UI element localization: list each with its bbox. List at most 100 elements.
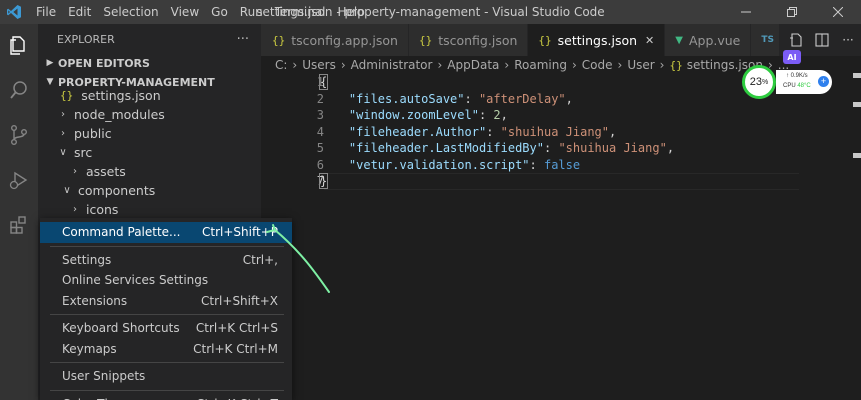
menu-selection[interactable]: Selection [97,0,164,24]
typescript-icon: TS [761,35,774,45]
restore-button[interactable] [769,0,815,24]
tree-item-label: assets [86,164,126,179]
menu-item-label: User Snippets [62,369,146,384]
breadcrumb-item[interactable]: C: [275,58,287,72]
gauge-value: 23 [749,76,762,88]
json-value: "shuihua Jiang" [558,141,667,155]
breadcrumb-separator-icon: › [617,58,623,72]
code-editor[interactable]: 1{2 "files.autoSave": "afterDelay", 3 "wi… [261,74,861,400]
menu-item-keymaps[interactable]: Keymaps Ctrl+K Ctrl+M [40,339,292,360]
breadcrumb-item[interactable]: User [627,58,654,72]
chevron-right-icon: › [61,109,65,120]
memory-gauge: 23% [742,65,776,99]
tree-item-label: components [78,183,156,198]
close-tab-icon[interactable]: ✕ [645,34,654,47]
menu-go[interactable]: Go [205,0,234,24]
code-content: "fileheader.LastModifiedBy": "shuihua Ji… [320,140,674,157]
system-stats: ↑ 0.9K/s CPU 48°C + [776,70,832,94]
json-value: "afterDelay" [478,91,566,106]
network-speed: ↑ 0.9K/s [786,73,808,79]
file-tree: {} settings.json › node_modules › public ∨ src ›… [38,86,261,219]
tree-item-label: src [74,145,93,160]
menu-edit[interactable]: Edit [62,0,97,24]
breadcrumb-separator-icon: › [340,58,346,72]
tree-item-node-modules[interactable]: › node_modules [38,105,261,124]
json-file-icon: {} [418,33,433,47]
system-monitor-widget[interactable]: ↑ 0.9K/s CPU 48°C + 23% [740,65,832,99]
more-actions-icon[interactable]: ··· [237,32,249,47]
tree-item-public[interactable]: › public [38,124,261,143]
code-line: 4 "fileheader.Author": "shuihua Jiang", [261,124,861,141]
split-editor-icon [815,33,829,47]
tree-item-label: node_modules [74,107,165,122]
menu-item-shortcut: Ctrl+K Ctrl+M [193,341,278,356]
code-line: 7} [261,173,861,190]
line-number: 1 [316,75,324,89]
menu-item-extensions[interactable]: Extensions Ctrl+Shift+X [40,291,292,312]
chevron-right-icon: › [73,166,77,177]
code-content: "vetur.validation.script": false [320,157,580,174]
line-number: 5 [316,141,324,155]
tree-item-settings-json[interactable]: {} settings.json [38,86,261,105]
menu-item-online-services-settings[interactable]: Online Services Settings [40,270,292,291]
json-key: "window.zoomLevel" [348,108,479,122]
menu-run[interactable]: Run [234,0,269,24]
scrollbar-marker [853,153,861,158]
source-control-icon[interactable] [0,116,38,154]
add-icon[interactable]: + [818,76,829,87]
restore-icon [787,7,797,17]
chevron-right-icon: ▶ [46,58,54,68]
menu-file[interactable]: File [30,0,62,24]
minimize-button[interactable] [723,0,769,24]
ai-badge[interactable]: AI [783,50,801,64]
menu-separator [50,314,284,315]
tab-tsconfig-json[interactable]: {} tsconfig.json [408,24,529,56]
tree-item-components[interactable]: ∨ components [38,181,261,200]
tree-item-src[interactable]: ∨ src [38,143,261,162]
menu-item-label: Command Palette... [62,225,181,240]
tab-label: settings.json [557,32,638,48]
open-editors-section[interactable]: ▶ OPEN EDITORS [38,54,261,72]
menu-item-shortcut: Ctrl+Shift+X [201,293,278,308]
menu-item-user-snippets[interactable]: User Snippets [40,366,292,387]
breadcrumb-item[interactable]: Roaming [514,58,567,72]
colon: : [486,124,501,139]
search-icon[interactable] [0,71,38,109]
tree-item-label: settings.json [81,88,161,103]
tab-tsconfig-app-json[interactable]: {} tsconfig.app.json [261,24,409,56]
breadcrumb-item[interactable]: Code [582,58,613,72]
menu-item-command-palette[interactable]: Command Palette... Ctrl+Shift+P [40,222,292,243]
run-debug-icon[interactable] [0,161,38,199]
manage-context-menu: Command Palette... Ctrl+Shift+P Settings Ct… [40,218,292,400]
code-content: "fileheader.Author": "shuihua Jiang", [320,124,616,141]
menu-separator [50,245,284,247]
menu-item-keyboard-shortcuts[interactable]: Keyboard Shortcuts Ctrl+K Ctrl+S [40,318,292,339]
menu-item-shortcut: Ctrl+, [242,252,278,267]
brace: } [318,173,329,189]
tree-item-icons[interactable]: › icons [38,200,261,219]
open-file-icon [790,33,802,47]
menu-item-settings[interactable]: Settings Ctrl+, [40,250,292,271]
extensions-icon[interactable] [0,206,38,244]
menu-item-label: Extensions [62,293,128,308]
split-editor-button[interactable] [809,27,835,53]
tab-settings-json[interactable]: {} settings.json ✕ [528,24,666,56]
menu-terminal[interactable]: Terminal [269,0,332,24]
menu-view[interactable]: View [165,0,205,24]
open-editors-label: OPEN EDITORS [58,56,150,70]
close-window-button[interactable] [815,0,861,24]
chevron-down-icon: ▼ [46,77,54,87]
explorer-icon[interactable] [0,26,38,64]
more-editor-actions-button[interactable]: ··· [835,27,861,53]
breadcrumb-item[interactable]: AppData [447,58,499,72]
breadcrumb-item[interactable]: Administrator [351,58,433,72]
scrollbar-marker [853,73,861,78]
cpu-stat: CPU 48°C [783,83,811,89]
menu-help[interactable]: Help [332,0,371,24]
colon: : [464,91,479,106]
tab-app-vue[interactable]: ▼ App.vue [665,24,752,56]
breadcrumb-item[interactable]: Users [302,58,336,72]
menu-item-color-theme[interactable]: Color ThemeCtrl+K Ctrl+T [40,394,292,400]
code-line: 3 "window.zoomLevel": 2, [261,107,861,124]
tree-item-assets[interactable]: › assets [38,162,261,181]
